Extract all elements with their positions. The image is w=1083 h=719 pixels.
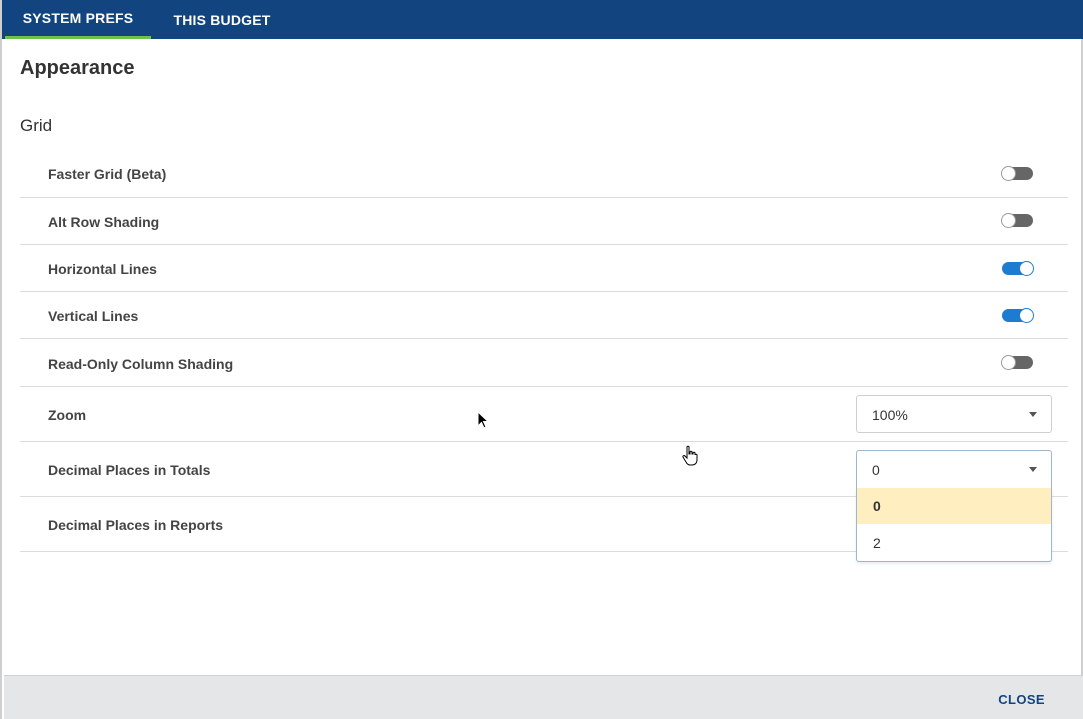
section-title: Appearance [20,57,135,79]
vertical-lines-toggle[interactable] [1002,308,1034,323]
toggle-knob [1001,166,1016,181]
dropdown-option-2[interactable]: 2 [857,525,1051,561]
tab-bar: SYSTEM PREFS THIS BUDGET [2,0,1083,39]
alt-row-shading-toggle[interactable] [1001,213,1033,228]
toggle-knob [1019,261,1034,276]
dropdown-option-0[interactable]: 0 [857,488,1051,524]
toggle-knob [1001,213,1016,228]
toggle-knob [1019,308,1034,323]
decimal-places-dropdown-menu: 0 2 [856,488,1052,562]
setting-label: Faster Grid (Beta) [48,166,167,182]
chevron-down-icon [1029,467,1037,472]
toggle-knob [1001,355,1016,370]
setting-label: Decimal Places in Reports [48,517,224,533]
decimal-places-totals-select[interactable]: 0 [856,450,1052,489]
zoom-value: 100% [872,407,908,423]
decimal-places-totals-value: 0 [872,462,880,478]
zoom-select[interactable]: 100% [856,395,1052,433]
setting-label: Alt Row Shading [48,214,160,230]
setting-label: Zoom [48,407,87,423]
chevron-down-icon [1029,412,1037,417]
dialog-footer: CLOSE [4,675,1083,719]
close-button[interactable]: CLOSE [998,692,1045,707]
setting-row-zoom: Zoom 100% [20,387,1068,442]
setting-row-vertical-lines: Vertical Lines [20,292,1068,339]
setting-label: Horizontal Lines [48,261,157,277]
faster-grid-toggle[interactable] [1001,166,1033,181]
setting-row-read-only-column-shading: Read-Only Column Shading [20,339,1068,387]
preferences-dialog: SYSTEM PREFS THIS BUDGET Appearance Grid… [0,0,1083,719]
setting-label: Read-Only Column Shading [48,356,234,372]
setting-row-alt-row-shading: Alt Row Shading [20,198,1068,245]
setting-label: Vertical Lines [48,308,139,324]
setting-row-faster-grid: Faster Grid (Beta) [20,150,1068,198]
tab-system-prefs[interactable]: SYSTEM PREFS [5,0,151,39]
setting-label: Decimal Places in Totals [48,462,211,478]
horizontal-lines-toggle[interactable] [1002,261,1034,276]
setting-row-horizontal-lines: Horizontal Lines [20,245,1068,292]
read-only-column-shading-toggle[interactable] [1001,355,1033,370]
arrow-cursor-icon [477,411,490,429]
tab-this-budget[interactable]: THIS BUDGET [151,0,293,39]
group-title: Grid [20,116,53,135]
hand-pointer-cursor-icon [682,445,698,466]
